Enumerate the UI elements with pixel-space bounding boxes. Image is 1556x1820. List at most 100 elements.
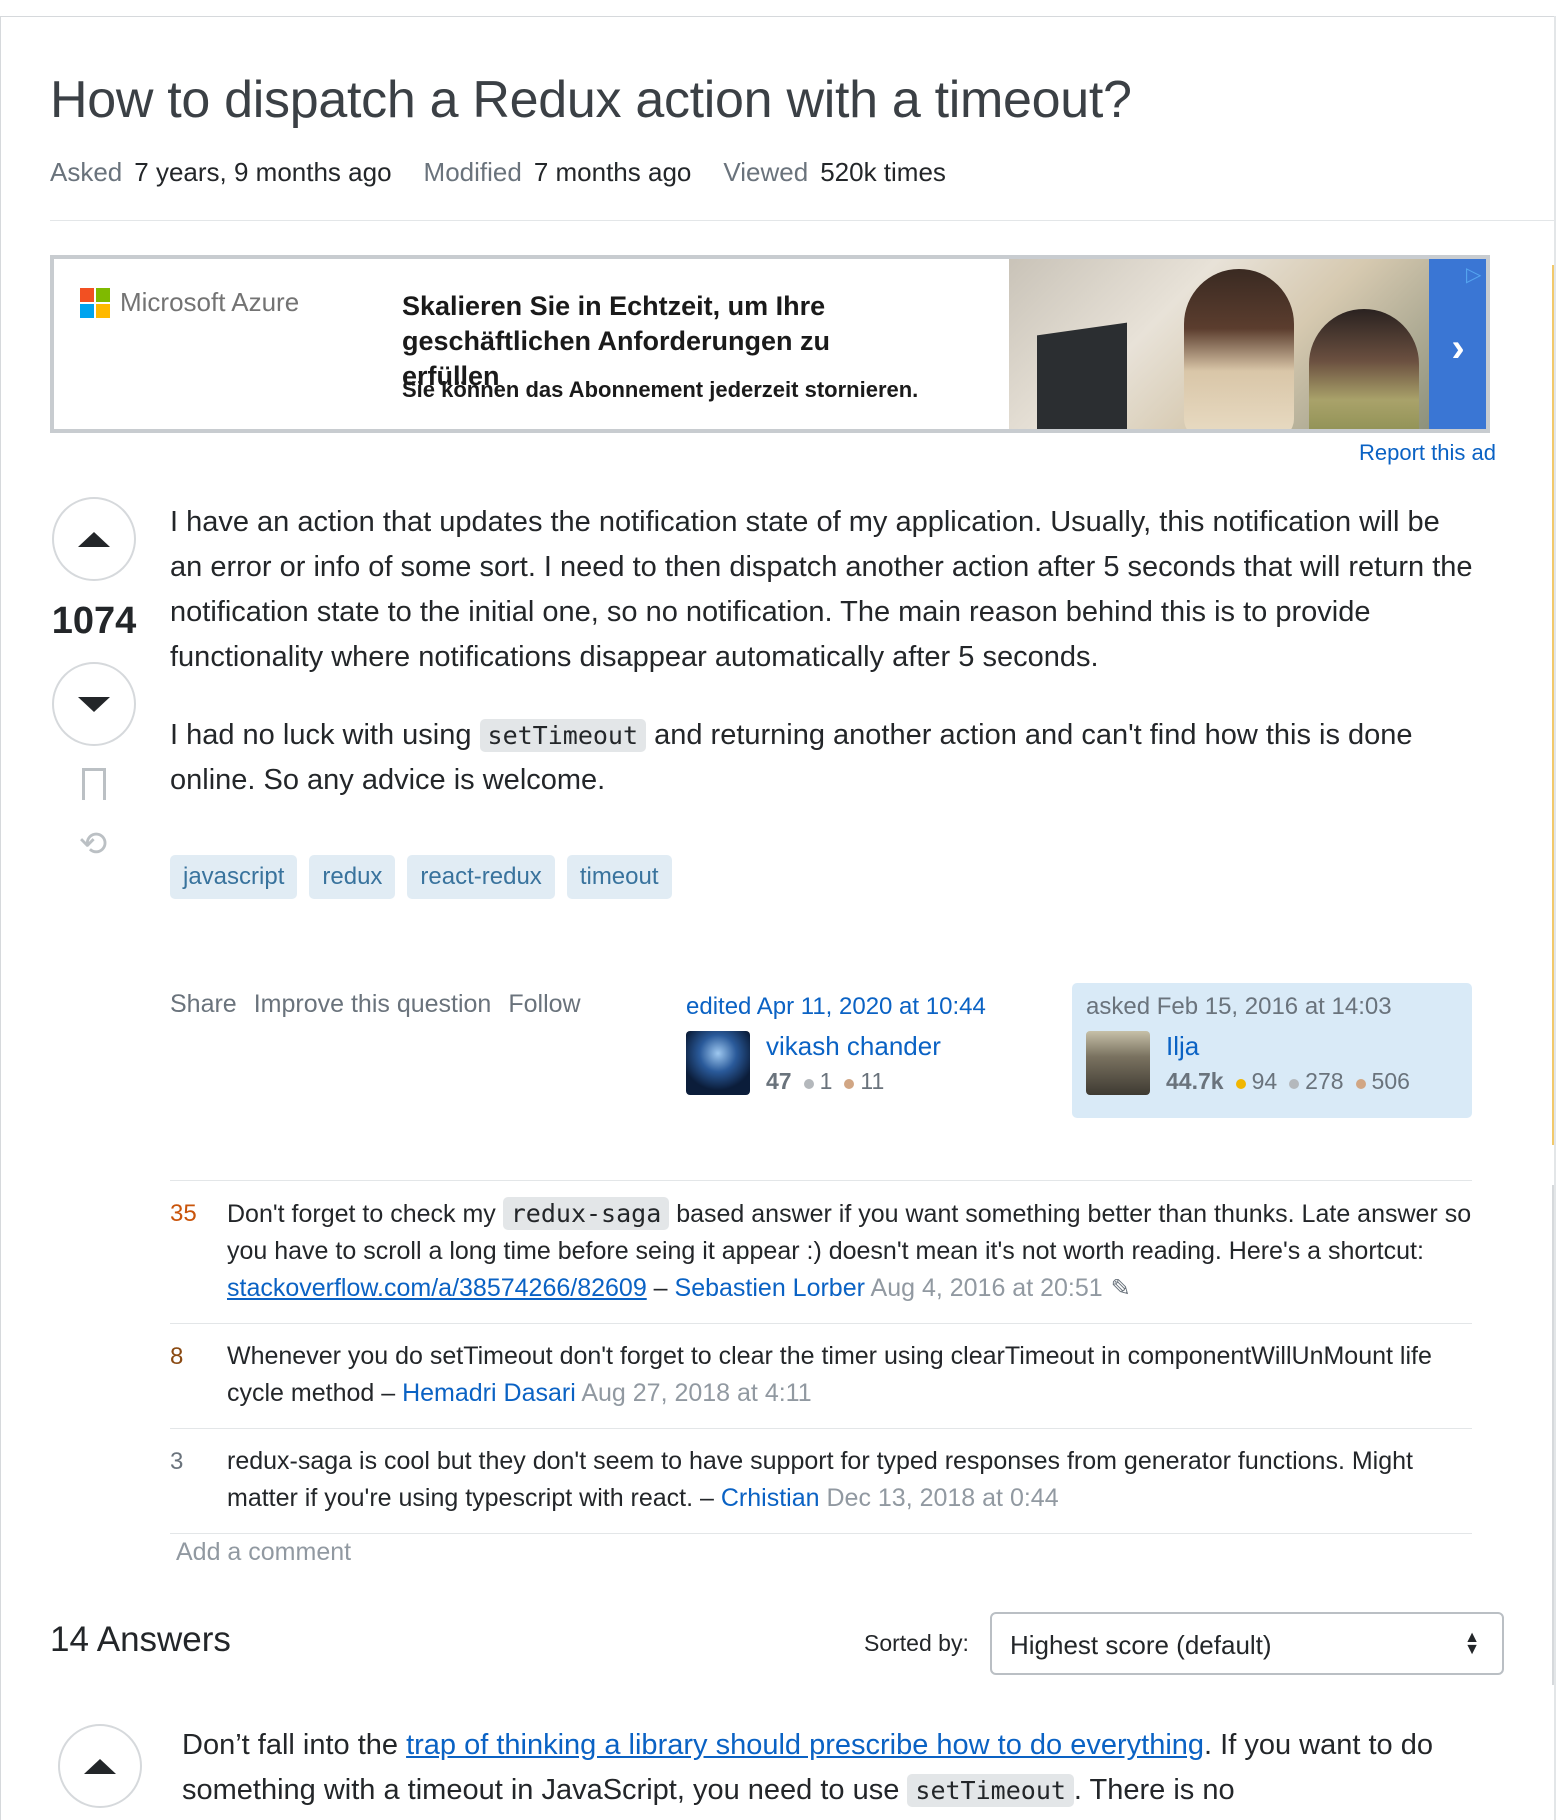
owner-user: Ilja 44.7k 94 278 506 <box>1086 1031 1458 1095</box>
improve-question-link[interactable]: Improve this question <box>254 990 492 1019</box>
question-paragraph-1: I have an action that updates the notifi… <box>170 506 1473 673</box>
tag-list: javascript redux react-redux timeout <box>170 855 672 899</box>
silver-badges: 1 <box>803 1068 833 1095</box>
comment-body: Don't forget to check my redux-saga base… <box>227 1197 1472 1302</box>
comment-date[interactable]: Aug 4, 2016 at 20:51 <box>871 1274 1103 1302</box>
meta-viewed: Viewed 520k times <box>723 157 946 188</box>
comment-user[interactable]: Crhistian <box>721 1484 820 1512</box>
sidebar-edge <box>1552 1185 1556 1685</box>
comment-score: 8 <box>170 1343 184 1370</box>
owner-signature: asked Feb 15, 2016 at 14:03 Ilja 44.7k 9… <box>1072 983 1472 1118</box>
bookmark-icon[interactable] <box>82 768 106 803</box>
owner-details: Ilja 44.7k 94 278 506 <box>1166 1031 1410 1095</box>
question-title[interactable]: How to dispatch a Redux action with a ti… <box>50 70 1132 130</box>
arrow-up-icon <box>78 531 110 547</box>
bronze-badges: 11 <box>844 1068 884 1095</box>
editor-user: vikash chander 47 1 11 <box>686 1031 1058 1095</box>
comment-score: 35 <box>170 1200 197 1227</box>
reputation-score: 44.7k <box>1166 1068 1224 1094</box>
tag-redux[interactable]: redux <box>309 855 396 899</box>
editor-details: vikash chander 47 1 11 <box>766 1031 941 1095</box>
silver-badges: 278 <box>1289 1068 1344 1095</box>
meta-asked-value[interactable]: 7 years, 9 months ago <box>134 157 391 187</box>
gold-badge-icon <box>1235 1079 1246 1089</box>
ad-photo-person-1 <box>1184 269 1294 429</box>
logo-square-blue <box>80 303 94 318</box>
ad-photo <box>1009 259 1429 429</box>
comment-item: 8 Whenever you do setTimeout don't forge… <box>170 1324 1472 1429</box>
owner-reputation: 44.7k 94 278 506 <box>1166 1068 1410 1095</box>
sort-select[interactable]: Highest score (default) ▲ ▼ <box>990 1612 1504 1675</box>
sort-value: Highest score (default) <box>1010 1630 1272 1660</box>
meta-viewed-label: Viewed <box>723 157 809 187</box>
comment-date[interactable]: Aug 27, 2018 at 4:11 <box>581 1379 811 1407</box>
comment-item: 3 redux-saga is cool but they don't seem… <box>170 1429 1472 1534</box>
avatar[interactable] <box>1086 1031 1150 1095</box>
ad-banner[interactable]: Microsoft Azure Skalieren Sie in Echtzei… <box>50 255 1490 433</box>
page-left-border <box>0 16 1 1820</box>
comment-text: redux-saga is cool but they don't seem t… <box>227 1447 1413 1512</box>
ad-brand: Microsoft Azure <box>120 287 300 317</box>
comment-user[interactable]: Sebastien Lorber <box>675 1274 865 1302</box>
gold-badge-count: 94 <box>1251 1068 1278 1094</box>
tag-javascript[interactable]: javascript <box>170 855 298 899</box>
downvote-button[interactable] <box>52 662 136 746</box>
follow-link[interactable]: Follow <box>508 990 580 1019</box>
sidebar-edge-highlight <box>1552 265 1556 1145</box>
comment-item: 35 Don't forget to check my redux-saga b… <box>170 1181 1472 1324</box>
avatar[interactable] <box>686 1031 750 1095</box>
comment-score: 3 <box>170 1448 184 1475</box>
inline-code: redux-saga <box>502 1197 670 1230</box>
editor-signature: edited Apr 11, 2020 at 10:44 vikash chan… <box>672 983 1072 1118</box>
edited-timestamp[interactable]: edited Apr 11, 2020 at 10:44 <box>686 993 1058 1021</box>
answer-text: Don’t fall into the <box>182 1729 407 1761</box>
comment-text: Don't forget to check my <box>227 1200 503 1228</box>
inline-code: setTimeout <box>479 719 647 752</box>
logo-square-yellow <box>96 303 110 318</box>
select-arrows-icon: ▲ ▼ <box>1464 1629 1480 1658</box>
microsoft-logo-icon <box>80 287 110 318</box>
answer-body: Don’t fall into the trap of thinking a l… <box>182 1723 1482 1813</box>
owner-name[interactable]: Ilja <box>1166 1031 1410 1062</box>
inline-code: setTimeout <box>907 1774 1074 1807</box>
answer-link[interactable]: trap of thinking a library should prescr… <box>406 1729 1204 1761</box>
question-body: I have an action that updates the notifi… <box>170 500 1480 836</box>
answer-upvote-button[interactable] <box>58 1724 142 1808</box>
ad-photo-person-2 <box>1309 309 1419 429</box>
tag-timeout[interactable]: timeout <box>566 855 672 899</box>
comment-body: Whenever you do setTimeout don't forget … <box>227 1342 1432 1407</box>
vote-count: 1074 <box>51 600 137 642</box>
history-icon[interactable]: ⟲ <box>75 826 111 862</box>
comment-list: 35 Don't forget to check my redux-saga b… <box>170 1180 1472 1534</box>
comment-date[interactable]: Dec 13, 2018 at 0:44 <box>826 1484 1058 1512</box>
share-link[interactable]: Share <box>170 990 237 1019</box>
arrow-down-icon <box>78 696 110 712</box>
add-comment-link[interactable]: Add a comment <box>176 1538 351 1567</box>
meta-modified-label: Modified <box>423 157 522 187</box>
silver-badge-count: 1 <box>819 1068 833 1094</box>
reputation-score: 47 <box>766 1068 792 1094</box>
logo-square-red <box>80 287 94 302</box>
comment-body: redux-saga is cool but they don't seem t… <box>227 1447 1413 1512</box>
sort-label: Sorted by: <box>864 1630 969 1656</box>
silver-badge-count: 278 <box>1305 1068 1344 1094</box>
editor-name[interactable]: vikash chander <box>766 1031 941 1062</box>
post-menu: Share Improve this question Follow <box>170 990 581 1019</box>
comment-link[interactable]: stackoverflow.com/a/38574266/82609 <box>227 1274 647 1302</box>
meta-modified: Modified 7 months ago <box>424 157 692 188</box>
tag-react-redux[interactable]: react-redux <box>407 855 555 899</box>
meta-modified-value[interactable]: 7 months ago <box>534 157 692 187</box>
gold-badges: 94 <box>1235 1068 1278 1095</box>
question-meta: Asked 7 years, 9 months ago Modified 7 mon… <box>50 157 946 188</box>
upvote-button[interactable] <box>52 497 136 581</box>
report-ad-link[interactable]: Report this ad <box>1359 440 1496 466</box>
bronze-badges: 506 <box>1355 1068 1410 1095</box>
asked-timestamp: asked Feb 15, 2016 at 14:03 <box>1086 993 1392 1020</box>
bronze-badge-count: 11 <box>860 1068 885 1094</box>
editor-reputation: 47 1 11 <box>766 1068 941 1095</box>
bronze-badge-icon <box>844 1079 855 1089</box>
adchoices-icon[interactable]: ▷ <box>1466 262 1481 287</box>
comment-user[interactable]: Hemadri Dasari <box>402 1379 576 1407</box>
logo-square-green <box>96 287 110 302</box>
p2-text-before: I had no luck with using <box>170 719 480 751</box>
